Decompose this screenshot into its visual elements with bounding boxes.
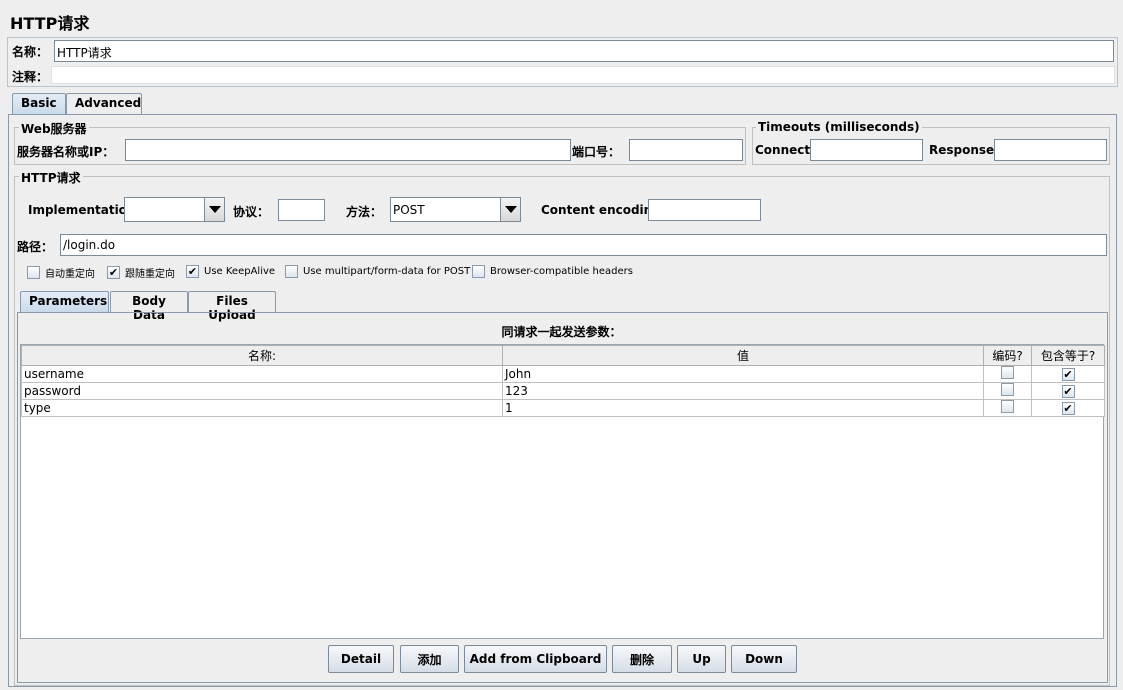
response-timeout-field[interactable] [994,139,1107,161]
multipart-option[interactable]: Use multipart/form-data for POST [285,265,470,278]
check-icon: ✔ [108,266,119,279]
implementation-select[interactable] [124,197,225,222]
page-title: HTTP请求 [10,14,90,33]
up-button[interactable]: Up [677,645,726,673]
follow-redirect-checkbox[interactable]: ✔ [107,266,120,279]
column-header-name[interactable]: 名称: [21,345,503,366]
param-value-cell[interactable]: 1 [502,399,984,417]
check-icon: ✔ [1063,368,1073,381]
connect-timeout-field[interactable] [810,139,923,161]
follow-redirect-option[interactable]: ✔ 跟随重定向 [107,265,175,280]
column-header-encode[interactable]: 编码? [983,345,1032,366]
keepalive-option[interactable]: ✔ Use KeepAlive [186,265,275,278]
encode-cell[interactable] [983,365,1032,383]
follow-redirect-label: 跟随重定向 [125,269,175,280]
column-header-value[interactable]: 值 [502,345,984,366]
encode-cell[interactable] [983,382,1032,400]
add-from-clipboard-button[interactable]: Add from Clipboard [464,645,607,673]
method-select[interactable]: POST [390,197,521,222]
detail-button[interactable]: Detail [328,645,394,673]
response-label: Response: [929,143,999,157]
multipart-label: Use multipart/form-data for POST [303,266,471,277]
encode-checkbox[interactable] [1001,383,1014,396]
tab-advanced[interactable]: Advanced [66,93,142,115]
browser-headers-checkbox[interactable] [472,265,485,278]
content-encoding-field[interactable] [648,199,761,221]
down-button[interactable]: Down [731,645,797,673]
tab-body-data[interactable]: Body Data [110,291,188,322]
table-row[interactable]: password 123 ✔ [21,382,1105,400]
include-equals-cell[interactable]: ✔ [1031,365,1105,383]
table-row[interactable]: type 1 ✔ [21,399,1105,417]
port-field[interactable] [629,139,743,161]
multipart-checkbox[interactable] [285,265,298,278]
auto-redirect-checkbox[interactable] [27,266,40,279]
path-field[interactable]: /login.do [60,234,1107,256]
tab-basic[interactable]: Basic [12,93,66,115]
http-request-group-label: HTTP请求 [19,169,83,186]
comment-field[interactable] [51,66,1115,84]
timeouts-group-label: Timeouts (milliseconds) [756,120,922,134]
browser-headers-label: Browser-compatible headers [490,266,633,277]
param-value-cell[interactable]: John [502,365,984,383]
web-server-group-label: Web服务器 [19,120,89,137]
encode-checkbox[interactable] [1001,400,1014,413]
include-equals-cell[interactable]: ✔ [1031,382,1105,400]
table-row[interactable]: username John ✔ [21,365,1105,383]
tab-parameters[interactable]: Parameters [20,291,109,313]
param-name-cell[interactable]: username [21,365,503,383]
column-header-include-equals[interactable]: 包含等于? [1031,345,1105,366]
method-value: POST [393,203,425,217]
name-label: 名称： [12,45,49,59]
path-label: 路径： [17,240,54,254]
keepalive-checkbox[interactable]: ✔ [186,265,199,278]
params-caption: 同请求一起发送参数： [501,325,622,339]
check-icon: ✔ [187,265,198,278]
delete-button[interactable]: 删除 [612,645,672,673]
comment-label: 注释： [12,70,49,84]
content-encoding-label: Content encoding: [541,203,666,217]
include-equals-checkbox[interactable]: ✔ [1061,368,1075,381]
server-name-field[interactable] [125,139,571,161]
browser-headers-option[interactable]: Browser-compatible headers [472,265,633,278]
check-icon: ✔ [1063,402,1073,415]
param-value-cell[interactable]: 123 [502,382,984,400]
include-equals-checkbox[interactable]: ✔ [1061,385,1075,398]
encode-cell[interactable] [983,399,1032,417]
protocol-label: 协议： [233,205,270,219]
param-name-cell[interactable]: password [21,382,503,400]
encode-checkbox[interactable] [1001,366,1014,379]
name-field[interactable]: HTTP请求 [54,40,1114,62]
tab-files-upload[interactable]: Files Upload [188,291,276,322]
connect-label: Connect: [755,143,815,157]
keepalive-label: Use KeepAlive [204,266,276,277]
auto-redirect-label: 自动重定向 [45,269,95,280]
check-icon: ✔ [1063,385,1073,398]
auto-redirect-option[interactable]: 自动重定向 [27,265,95,280]
method-label: 方法： [346,205,383,219]
chevron-down-icon[interactable] [500,198,520,221]
protocol-field[interactable] [278,199,325,221]
params-table: 名称: 值 编码? 包含等于? username John ✔ password… [21,345,1105,417]
chevron-down-icon[interactable] [204,198,224,221]
include-equals-cell[interactable]: ✔ [1031,399,1105,417]
port-label: 端口号： [572,145,621,159]
include-equals-checkbox[interactable]: ✔ [1061,402,1075,415]
param-name-cell[interactable]: type [21,399,503,417]
add-button[interactable]: 添加 [400,645,459,673]
server-name-label: 服务器名称或IP： [17,145,115,159]
params-table-area: 名称: 值 编码? 包含等于? username John ✔ password… [20,344,1105,639]
